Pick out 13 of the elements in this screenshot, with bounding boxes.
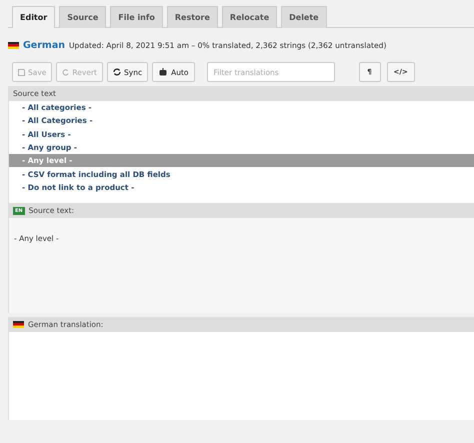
robot-icon bbox=[158, 68, 168, 76]
german-flag-icon bbox=[13, 321, 24, 328]
translation-field[interactable] bbox=[8, 332, 474, 420]
tab[interactable]: Editor bbox=[12, 6, 56, 28]
sync-icon bbox=[113, 68, 121, 76]
undo-icon bbox=[62, 68, 70, 76]
german-flag-icon bbox=[8, 42, 19, 48]
tab[interactable]: Relocate bbox=[222, 6, 278, 28]
tab[interactable]: Source bbox=[59, 6, 106, 28]
tab[interactable]: Restore bbox=[166, 6, 218, 28]
language-link[interactable]: German bbox=[23, 40, 65, 50]
tab[interactable]: Delete bbox=[281, 6, 327, 28]
tab[interactable]: File info bbox=[110, 6, 163, 28]
